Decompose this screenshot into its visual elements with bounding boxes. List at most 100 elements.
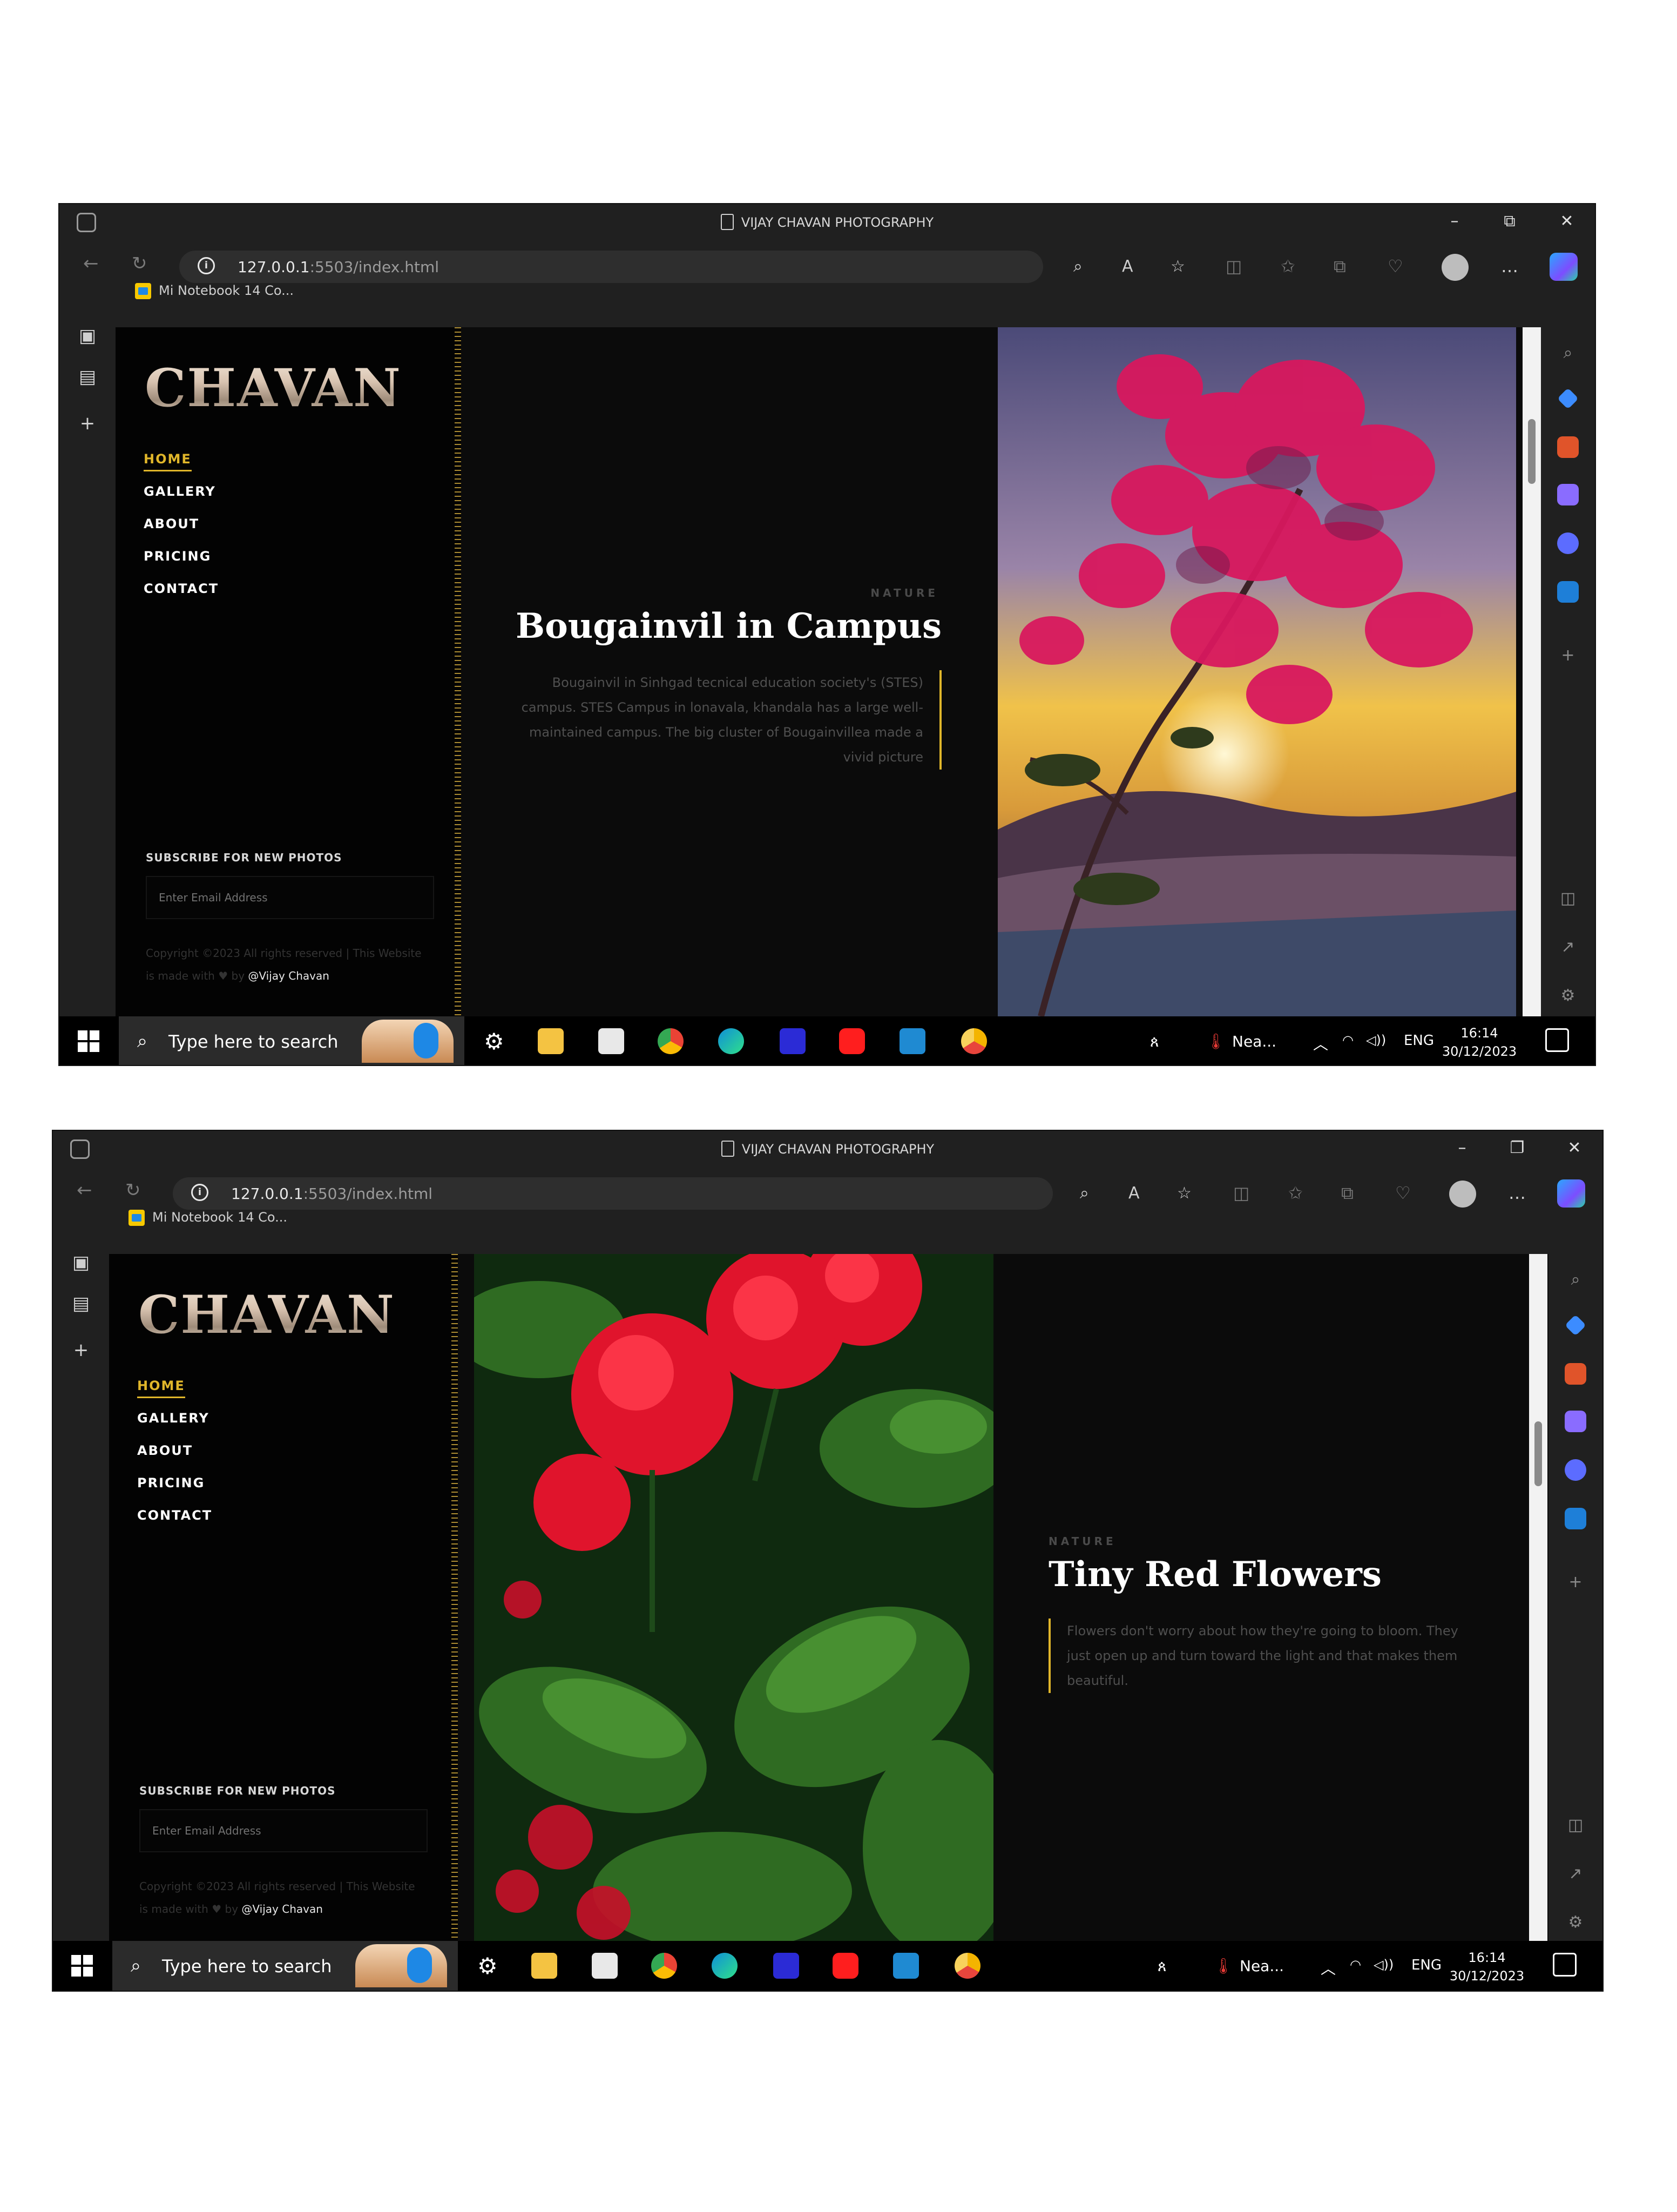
- new-tab-icon[interactable]: +: [71, 1340, 91, 1360]
- people-tray-icon[interactable]: ጰ: [1150, 1033, 1159, 1051]
- settings-icon[interactable]: ⚙: [1565, 1913, 1586, 1932]
- close-icon[interactable]: ✕: [1558, 1138, 1591, 1157]
- volume-icon[interactable]: ◁)): [1374, 1957, 1394, 1972]
- collections-icon[interactable]: ⧉: [1341, 1183, 1354, 1204]
- extensions-icon[interactable]: ♡: [1388, 256, 1403, 276]
- email-field[interactable]: Enter Email Address: [139, 1809, 428, 1852]
- nav-about[interactable]: ABOUT: [144, 516, 219, 549]
- chrome-canary-icon[interactable]: [955, 1953, 980, 1979]
- tag-icon[interactable]: [1557, 388, 1579, 409]
- profile-avatar[interactable]: [1449, 1181, 1476, 1208]
- site-info-icon[interactable]: i: [191, 1184, 208, 1201]
- nav-contact[interactable]: CONTACT: [144, 581, 219, 613]
- notification-icon[interactable]: [1553, 1953, 1577, 1977]
- windows-start-icon[interactable]: [78, 1030, 99, 1052]
- add-icon[interactable]: +: [1565, 1573, 1586, 1591]
- file-explorer-icon[interactable]: [531, 1953, 557, 1979]
- outlook-icon[interactable]: [1565, 1508, 1586, 1529]
- youtube-icon[interactable]: [833, 1953, 858, 1979]
- vertical-tabs-icon[interactable]: ▣: [71, 1253, 91, 1272]
- minimize-icon[interactable]: –: [1446, 1138, 1478, 1157]
- weather-icon[interactable]: 🌡: [1214, 1957, 1233, 1975]
- favorite-star-icon[interactable]: ☆: [1171, 257, 1185, 276]
- favorites-bar-item[interactable]: Mi Notebook 14 Co...: [135, 283, 294, 311]
- network-icon[interactable]: ◠: [1342, 1033, 1354, 1048]
- clock[interactable]: 16:14 30/12/2023: [1449, 1948, 1525, 1985]
- ide-icon[interactable]: [780, 1028, 806, 1054]
- nav-gallery[interactable]: GALLERY: [144, 484, 219, 516]
- tray-chevron-icon[interactable]: ︿: [1313, 1033, 1328, 1054]
- ide-icon[interactable]: [773, 1953, 799, 1979]
- language-indicator[interactable]: ENG: [1411, 1957, 1442, 1973]
- vertical-tabs-icon[interactable]: ▣: [78, 326, 97, 346]
- profile-avatar[interactable]: [1442, 254, 1469, 281]
- read-aloud-icon[interactable]: A: [1122, 257, 1133, 276]
- external-icon[interactable]: ↗: [1565, 1864, 1586, 1883]
- edge-icon[interactable]: [718, 1028, 744, 1054]
- refresh-icon[interactable]: ↻: [132, 253, 147, 274]
- copilot-icon[interactable]: [1550, 253, 1578, 281]
- add-icon[interactable]: +: [1557, 646, 1579, 665]
- history-icon[interactable]: ▤: [78, 367, 97, 387]
- search-icon[interactable]: ⌕: [1557, 343, 1579, 362]
- back-icon[interactable]: ←: [83, 253, 99, 274]
- collections-icon[interactable]: ⧉: [1334, 256, 1346, 277]
- store-icon[interactable]: [592, 1953, 618, 1979]
- toolbox-icon[interactable]: [1557, 436, 1579, 458]
- games-icon[interactable]: [1557, 532, 1579, 554]
- split-screen-icon[interactable]: ◫: [1226, 256, 1242, 276]
- favorite-star-icon[interactable]: ☆: [1177, 1184, 1192, 1203]
- nav-pricing[interactable]: PRICING: [137, 1475, 212, 1508]
- more-icon[interactable]: …: [1509, 1183, 1526, 1203]
- weather-text[interactable]: Nea...: [1240, 1957, 1284, 1975]
- nav-home[interactable]: HOME: [144, 451, 219, 484]
- address-bar[interactable]: i 127.0.0.1:5503/index.html ⌕ A ☆: [173, 1177, 1192, 1210]
- address-bar[interactable]: i 127.0.0.1:5503/index.html ⌕ A ☆: [179, 251, 1185, 283]
- settings-app-icon[interactable]: ⚙: [477, 1953, 498, 1979]
- nav-home[interactable]: HOME: [137, 1378, 212, 1411]
- nav-gallery[interactable]: GALLERY: [137, 1411, 212, 1443]
- zoom-icon[interactable]: ⌕: [1080, 1184, 1089, 1203]
- restore-icon[interactable]: ⧉: [1493, 212, 1526, 231]
- site-logo[interactable]: CHAVAN: [145, 358, 402, 419]
- settings-app-icon[interactable]: ⚙: [484, 1028, 504, 1055]
- windows-start-icon[interactable]: [71, 1955, 93, 1977]
- nav-pricing[interactable]: PRICING: [144, 549, 219, 581]
- read-aloud-icon[interactable]: A: [1128, 1184, 1140, 1203]
- minimize-icon[interactable]: –: [1438, 212, 1471, 231]
- people-icon[interactable]: [1565, 1411, 1586, 1432]
- nav-contact[interactable]: CONTACT: [137, 1508, 212, 1540]
- taskbar-search[interactable]: ⌕ Type here to search: [119, 1016, 464, 1065]
- site-logo[interactable]: CHAVAN: [138, 1284, 395, 1345]
- more-icon[interactable]: …: [1501, 256, 1518, 276]
- volume-icon[interactable]: ◁)): [1366, 1033, 1386, 1048]
- vscode-icon[interactable]: [900, 1028, 925, 1054]
- language-indicator[interactable]: ENG: [1404, 1033, 1434, 1049]
- extensions-icon[interactable]: ♡: [1395, 1183, 1411, 1203]
- favorites-bar-item[interactable]: Mi Notebook 14 Co...: [129, 1210, 287, 1238]
- network-icon[interactable]: ◠: [1350, 1957, 1361, 1972]
- external-icon[interactable]: ↗: [1557, 938, 1579, 956]
- favorites-icon[interactable]: ✩: [1281, 256, 1295, 276]
- settings-icon[interactable]: ⚙: [1557, 986, 1579, 1005]
- weather-text[interactable]: Nea...: [1232, 1033, 1276, 1050]
- chrome-canary-icon[interactable]: [961, 1028, 987, 1054]
- outlook-icon[interactable]: [1557, 581, 1579, 603]
- new-tab-icon[interactable]: +: [78, 414, 97, 433]
- author-link[interactable]: @Vijay Chavan: [248, 969, 329, 982]
- scrollbar-thumb[interactable]: [1534, 1421, 1542, 1486]
- taskbar-search[interactable]: ⌕ Type here to search: [112, 1941, 458, 1991]
- refresh-icon[interactable]: ↻: [125, 1179, 141, 1201]
- back-icon[interactable]: ←: [77, 1179, 92, 1201]
- restore-icon[interactable]: ❐: [1501, 1138, 1533, 1157]
- people-tray-icon[interactable]: ጰ: [1158, 1957, 1167, 1975]
- zoom-icon[interactable]: ⌕: [1073, 257, 1083, 276]
- split-icon[interactable]: ◫: [1557, 889, 1579, 908]
- site-info-icon[interactable]: i: [198, 257, 215, 274]
- search-icon[interactable]: ⌕: [1565, 1270, 1586, 1289]
- split-screen-icon[interactable]: ◫: [1233, 1183, 1249, 1203]
- tag-icon[interactable]: [1565, 1314, 1586, 1336]
- toolbox-icon[interactable]: [1565, 1363, 1586, 1385]
- people-icon[interactable]: [1557, 484, 1579, 505]
- email-field[interactable]: Enter Email Address: [146, 876, 434, 919]
